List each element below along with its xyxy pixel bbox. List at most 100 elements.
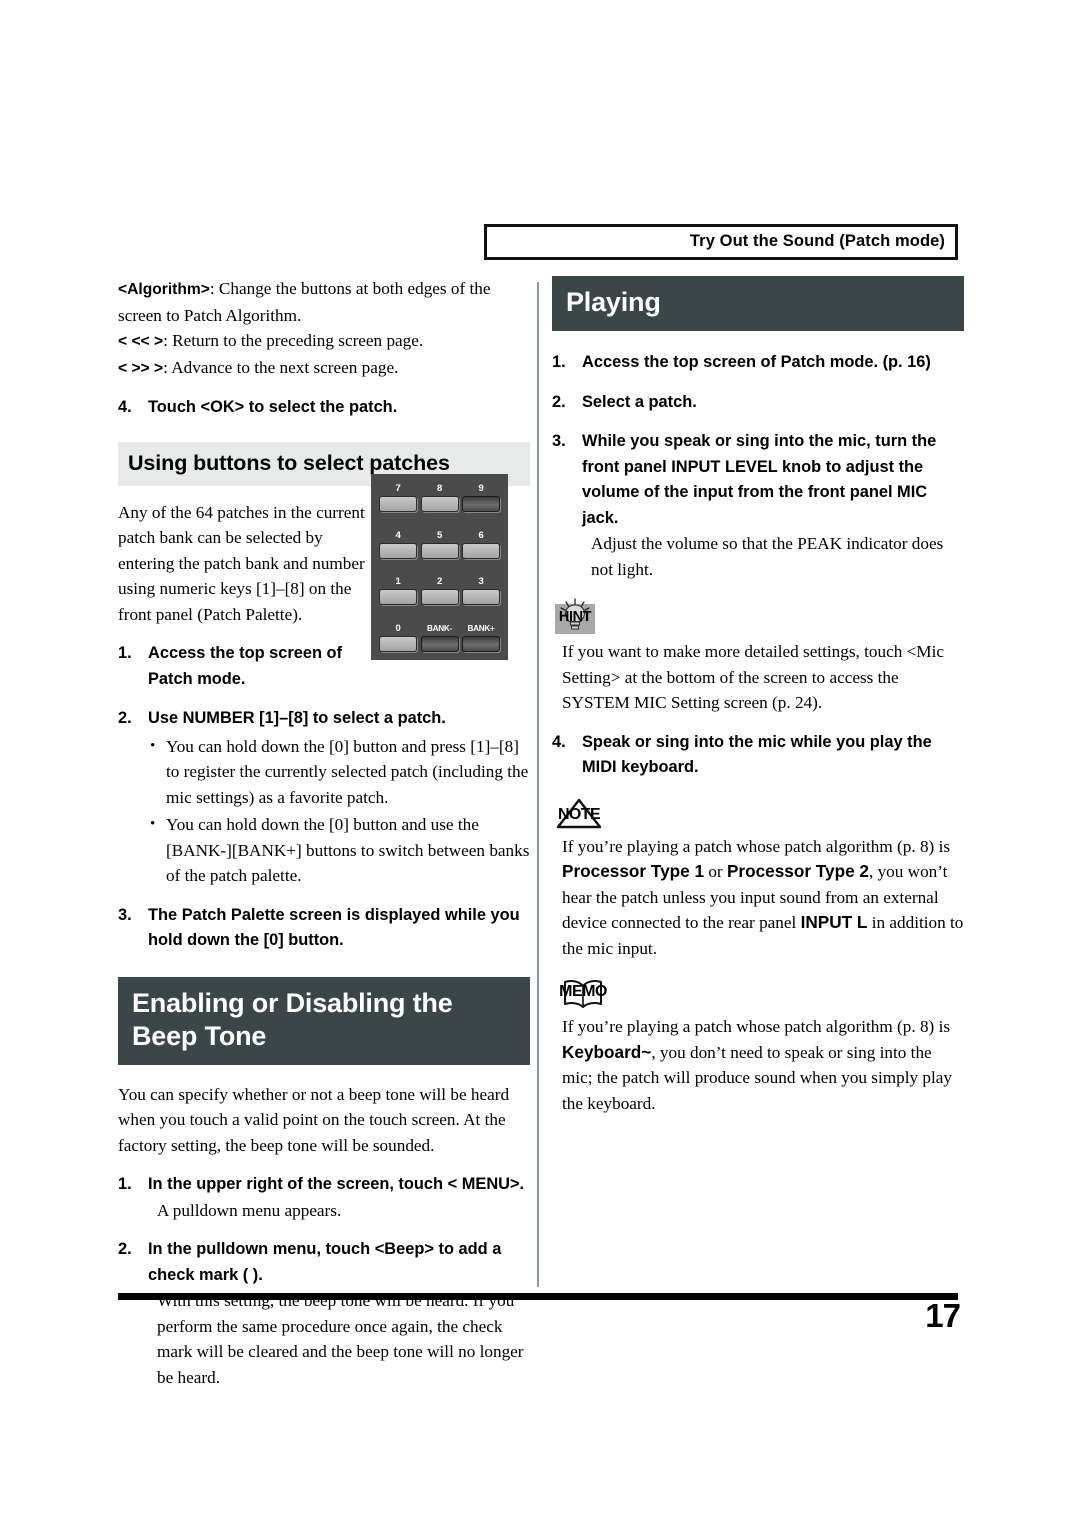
- note-text-2: or: [704, 862, 727, 881]
- step-3-patch-palette-screen: 3. The Patch Palette screen is displayed…: [118, 903, 530, 954]
- note-icon-label: NOTE: [557, 805, 601, 823]
- key-label: 5: [436, 529, 443, 541]
- note-bold-3: INPUT L: [800, 912, 868, 932]
- step-text: Access the top screen of Patch mode. (p.…: [582, 353, 931, 371]
- step-4-select-patch: 4. Touch <OK> to select the patch.: [118, 395, 530, 421]
- step-text: In the pulldown menu, touch <Beep> to ad…: [148, 1240, 502, 1284]
- key-2[interactable]: 2: [420, 576, 459, 606]
- key-cap: [420, 589, 459, 606]
- note-bold-2: Processor Type 2: [726, 861, 869, 881]
- definition-item-prev-page: < << >: Return to the preceding screen p…: [118, 328, 530, 355]
- key-9[interactable]: 9: [462, 483, 500, 512]
- key-5[interactable]: 5: [420, 529, 459, 559]
- memo-icon-label: MEMO: [559, 983, 607, 1000]
- bullet-bank-switch: • You can hold down the [0] button and u…: [150, 812, 530, 889]
- key-cap: [379, 635, 417, 652]
- step-2-use-number-keys: 2. Use NUMBER [1]–[8] to select a patch.: [118, 706, 530, 732]
- keypad-row: 0 BANK- BANK+: [379, 623, 500, 652]
- beep-intro-paragraph: You can specify whether or not a beep to…: [118, 1084, 510, 1155]
- definition-list: <Algorithm>: Change the buttons at both …: [118, 276, 530, 381]
- step-number: 1.: [118, 644, 132, 662]
- key-bank-plus[interactable]: BANK+: [462, 623, 500, 652]
- column-divider: [537, 282, 539, 1287]
- note-icon: NOTE: [552, 797, 606, 831]
- step-text: While you speak or sing into the mic, tu…: [582, 432, 937, 527]
- definition-text: : Advance to the next screen page.: [163, 357, 399, 377]
- key-1[interactable]: 1: [379, 576, 417, 606]
- beep-step-1-note: A pulldown menu appears.: [157, 1200, 342, 1220]
- keypad-panel: 7 8 9 4 5 6 1 2 3 0 BANK- BANK+: [371, 474, 508, 660]
- definition-term: <Algorithm>: [118, 281, 210, 298]
- key-cap: [379, 496, 417, 512]
- bullet-text: You can hold down the [0] button and pre…: [166, 736, 529, 807]
- step-1-access-top-screen: 1. Access the top screen of Patch mode.: [118, 641, 376, 692]
- memo-text: If you’re playing a patch whose patch al…: [562, 1014, 964, 1116]
- hint-icon-label: HINT: [558, 609, 592, 625]
- bullet-text: You can hold down the [0] button and use…: [166, 815, 530, 885]
- key-3[interactable]: 3: [462, 576, 500, 606]
- key-cap: [462, 635, 500, 652]
- step-number: 1.: [118, 1175, 132, 1193]
- keypad-row: 7 8 9: [379, 483, 500, 512]
- step-number: 2.: [118, 709, 132, 727]
- key-label: 9: [478, 483, 484, 494]
- note-text-1: If you’re playing a patch whose patch al…: [562, 836, 951, 856]
- playing-step-2: 2. Select a patch.: [552, 390, 964, 416]
- hint-text: If you want to make more detailed settin…: [562, 642, 944, 712]
- bullet-dot-icon: •: [150, 737, 156, 754]
- memo-icon: MEMO: [552, 977, 614, 1011]
- step-text: Select a patch.: [582, 392, 697, 411]
- definition-text: : Return to the preceding screen page.: [163, 331, 424, 350]
- key-8[interactable]: 8: [420, 483, 459, 512]
- key-0[interactable]: 0: [379, 623, 417, 652]
- right-column: Playing 1. Access the top screen of Patc…: [552, 276, 964, 1116]
- playing-step-3-note: Adjust the volume so that the PEAK indic…: [591, 534, 944, 579]
- key-cap: [420, 635, 459, 652]
- hint-callout: HINT If you want to make more detailed s…: [552, 598, 964, 716]
- step-number: 1.: [552, 353, 566, 371]
- step-number: 2.: [552, 392, 566, 411]
- numeric-keypad-figure: 7 8 9 4 5 6 1 2 3 0 BANK- BANK+: [371, 474, 508, 660]
- key-7[interactable]: 7: [379, 483, 417, 512]
- definition-term: < >> >: [118, 359, 164, 377]
- section-heading-playing: Playing: [552, 276, 964, 331]
- key-label: BANK+: [467, 623, 495, 633]
- step-text: Use NUMBER [1]–[8] to select a patch.: [148, 709, 446, 727]
- definition-term: < << >: [118, 333, 164, 350]
- step-number: 4.: [118, 398, 132, 416]
- step-text: Access the top screen of Patch mode.: [148, 644, 343, 688]
- key-label: 0: [395, 622, 401, 634]
- step-number: 4.: [552, 732, 566, 751]
- beep-step-1-touch-menu: 1. In the upper right of the screen, tou…: [118, 1172, 530, 1198]
- note-bold-1: Processor Type 1: [562, 861, 705, 881]
- key-cap: [379, 542, 417, 559]
- playing-step-4: 4. Speak or sing into the mic while you …: [552, 730, 964, 781]
- left-column: <Algorithm>: Change the buttons at both …: [118, 276, 530, 1394]
- beep-step-2-touch-beep: 2. In the pulldown menu, touch <Beep> to…: [118, 1237, 530, 1288]
- hint-icon: HINT: [552, 598, 598, 636]
- bullet-favorite-patch: • You can hold down the [0] button and p…: [150, 734, 530, 811]
- note-callout: NOTE If you’re playing a patch whose pat…: [552, 797, 964, 962]
- page-number: 17: [925, 1297, 961, 1334]
- key-cap: [462, 589, 500, 606]
- step-text: Speak or sing into the mic while you pla…: [582, 732, 932, 777]
- memo-bold-1: Keyboard~: [562, 1041, 652, 1062]
- key-label: 4: [395, 529, 401, 541]
- key-label: 1: [395, 576, 401, 588]
- key-4[interactable]: 4: [379, 530, 417, 559]
- key-label: 7: [395, 483, 401, 494]
- memo-text-1: If you’re playing a patch whose patch al…: [562, 1017, 951, 1036]
- key-cap: [462, 542, 500, 559]
- playing-step-1: 1. Access the top screen of Patch mode. …: [552, 350, 964, 376]
- key-label: BANK-: [427, 623, 452, 633]
- step-text: The Patch Palette screen is displayed wh…: [148, 905, 520, 950]
- key-cap: [420, 496, 459, 512]
- step-text: Touch <OK> to select the patch.: [148, 398, 398, 416]
- bullet-dot-icon: •: [150, 816, 156, 832]
- definition-item-next-page: < >> >: Advance to the next screen page.: [118, 355, 530, 382]
- key-bank-minus[interactable]: BANK-: [420, 623, 459, 652]
- key-cap: [462, 496, 500, 512]
- section-heading-beep-tone: Enabling or Disabling the Beep Tone: [118, 976, 530, 1065]
- key-6[interactable]: 6: [462, 530, 500, 559]
- memo-callout: MEMO If you’re playing a patch whose pat…: [552, 977, 964, 1116]
